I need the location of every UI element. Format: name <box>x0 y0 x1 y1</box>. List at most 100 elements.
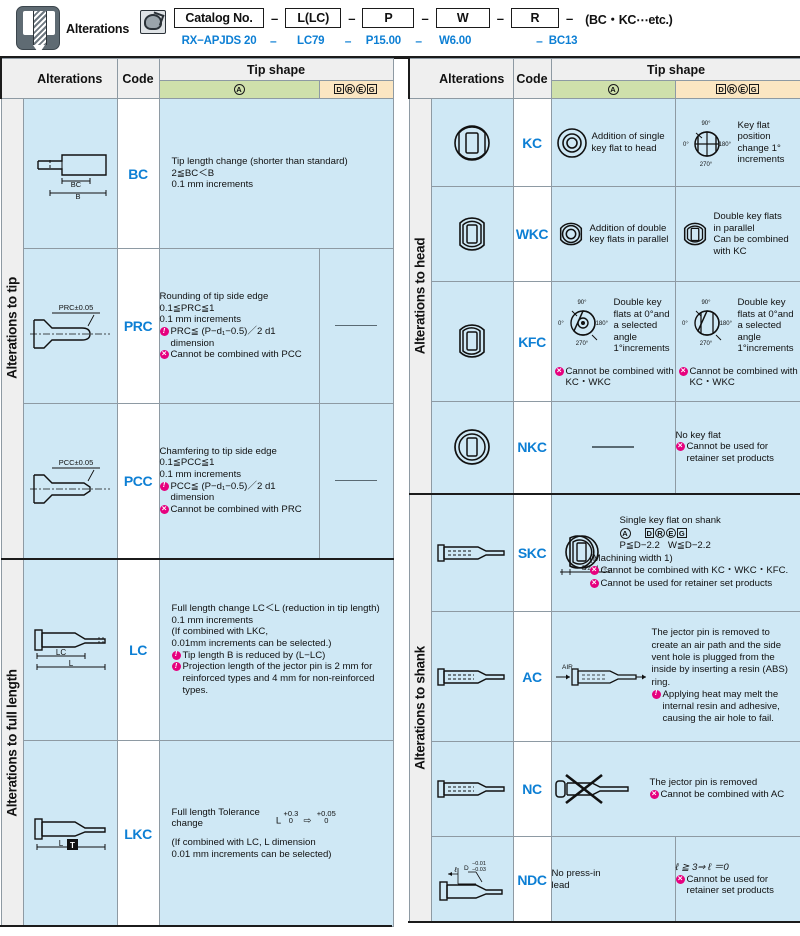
ac-line-4: inside by inserting a resin (ABS) <box>651 664 789 676</box>
kfc-a-line-5: 1°increments <box>613 343 670 355</box>
nkc-dreg-note-1: Cannot be used for retainer set products <box>675 440 800 464</box>
nc-note-1: Cannot be combined with AC <box>649 788 785 801</box>
pcc-note-2: Cannot be combined with PRC <box>159 503 319 516</box>
table-row: PCC±0.05 PCC Chamfering to tip side edge… <box>1 403 394 559</box>
svg-text:90°: 90° <box>701 300 711 306</box>
svg-text:270°: 270° <box>575 341 588 347</box>
figure-head-no-key-flat <box>430 401 514 494</box>
nc-note-1-text: Cannot be combined with AC <box>660 789 785 800</box>
code-nc[interactable]: NC <box>512 741 552 837</box>
left-header-col-dreg: DREG <box>318 80 394 99</box>
code-separator: – <box>348 10 356 26</box>
code-kc[interactable]: KC <box>512 98 552 187</box>
badge-g-icon: G <box>676 527 687 538</box>
skc-note-1-text: Cannot be combined with KC・WKC・KFC. <box>600 565 789 577</box>
code-skc[interactable]: SKC <box>512 492 552 612</box>
ring-circle-icon <box>556 127 587 158</box>
kfc-dreg-line-4: angle <box>737 331 761 343</box>
prc-note-2: Cannot be combined with PCC <box>159 348 319 361</box>
description-kc-a: Addition of single key flat to head <box>550 98 676 187</box>
skc-title: Single key flat on shank <box>619 515 721 527</box>
lkc-extra-1: (If combined with LC, L dimension <box>171 837 316 848</box>
svg-text:PCC±0.05: PCC±0.05 <box>59 458 94 467</box>
prc-note-2-text: Cannot be combined with PCC <box>170 349 302 361</box>
description-ndc-a: No press-in lead <box>550 836 676 923</box>
code-lc[interactable]: LC <box>116 557 160 741</box>
left-header-tip-shape: Tip shape <box>158 58 394 81</box>
bc-line-3: 0.1 mm increments <box>171 179 254 191</box>
warning-icon <box>171 661 181 672</box>
pcc-note-1: PCC≦ (P−d₁−0.5)／2 d1 dimension <box>159 480 319 504</box>
code-wkc[interactable]: WKC <box>512 186 552 282</box>
svg-text:180°: 180° <box>595 321 608 327</box>
table-row: Alterations to head KC Addition of singl… <box>408 98 800 494</box>
kc-dreg-line-2: position <box>737 131 771 142</box>
code-ac[interactable]: AC <box>512 611 552 742</box>
pcc-line-2: 0.1≦PCC≦1 <box>159 457 215 469</box>
svg-text:90°: 90° <box>577 300 587 306</box>
lc-line-2: 0.1 mm increments <box>171 614 254 626</box>
ac-notes: Applying heat may melt the internal resi… <box>651 688 800 726</box>
code-box-l-lc: L(LC) <box>285 8 342 28</box>
prc-dreg-empty <box>318 248 394 404</box>
part-number-example: RX−APJDS 20 – LC79 – P15.00 – W6.00 – BC… <box>174 34 609 48</box>
skc-note-2: Cannot be used for retainer set products <box>589 577 789 590</box>
code-suffix-note: (BC・KC⋯etc.) <box>585 12 673 27</box>
description-wkc-a: Addition of double key flats in parallel <box>550 186 676 282</box>
kfc-dreg-note-1-text: Cannot be combined with KC・WKC <box>689 365 798 389</box>
angle-dial-vertical-icon: 90° 0° 180° 270° <box>682 300 733 347</box>
code-lkc[interactable]: LKC <box>116 740 160 927</box>
code-pcc[interactable]: PCC <box>116 403 160 559</box>
kfc-dreg-line-2: flats at 0°and <box>737 308 794 320</box>
nkc-dreg-notes: Cannot be used for retainer set products <box>675 440 800 464</box>
value-p: P15.00 <box>365 35 401 47</box>
badge-g-icon: G <box>366 84 377 94</box>
svg-text:0°: 0° <box>558 321 564 327</box>
phone-contact-icon <box>140 10 166 34</box>
figure-shank-air-path <box>430 611 514 742</box>
figure-tip-chamfer: PCC±0.05 <box>22 403 118 559</box>
prohibited-icon <box>675 873 685 884</box>
badge-r-icon: R <box>344 84 355 94</box>
code-nkc[interactable]: NKC <box>512 401 552 494</box>
description-kfc-dreg: 90° 0° 180° 270° Double key flats at 0°a… <box>674 281 800 402</box>
description-pcc: Chamfering to tip side edge 0.1≦PCC≦1 0.… <box>158 403 320 559</box>
section-label-text: Alterations to head <box>412 237 428 355</box>
table-row: Alterations to shank SKC D⁄2 ₋₀.₀₁ Singl… <box>408 492 800 923</box>
right-header-col-a: A <box>550 80 676 99</box>
table-row: KFC 90° 0° 180° 270° Double key flats at… <box>409 281 800 402</box>
ac-line-2: create an air path and the side <box>651 639 782 651</box>
pcc-note-2-text: Cannot be combined with PRC <box>170 504 302 516</box>
svg-text:180°: 180° <box>719 321 732 327</box>
lc-line-1: Full length change LC＜L (reduction in ti… <box>171 602 380 614</box>
kc-a-line-1: Addition of single <box>591 131 665 142</box>
code-kfc[interactable]: KFC <box>512 281 552 402</box>
right-table-bottom-rule <box>408 920 800 923</box>
svg-text:90°: 90° <box>701 121 711 127</box>
code-ndc[interactable]: NDC <box>512 836 552 923</box>
description-nc: The jector pin is removed Cannot be comb… <box>550 741 800 837</box>
code-bc[interactable]: BC <box>116 98 160 249</box>
table-row: WKC Addition of double key flats in para… <box>409 186 800 282</box>
nkc-dreg-line-1: No key flat <box>675 429 721 441</box>
warning-icon <box>171 649 181 660</box>
svg-text:0°: 0° <box>683 142 689 148</box>
skc-notes: Cannot be combined with KC・WKC・KFC. Cann… <box>589 564 789 590</box>
figure-shank-plain <box>430 741 514 837</box>
table-row: NC The jector pin is removed Cannot be c… <box>409 741 800 837</box>
kfc-dreg-line-5: 1°increments <box>737 343 794 355</box>
wkc-a-line-1: Addition of double <box>589 222 667 234</box>
code-box-catalog-no: Catalog No. <box>174 8 264 28</box>
angle-dial-round-icon: 90° 0° 180° 270° <box>558 300 609 347</box>
wkc-dreg-line-4: with KC <box>713 245 747 257</box>
ndc-dreg-note-1: Cannot be used for retainer set products <box>675 873 800 897</box>
code-separator: – <box>496 10 504 26</box>
ndc-dreg-note-1-text: Cannot be used for retainer set products <box>686 873 774 897</box>
prc-line-3: 0.1 mm increments <box>159 314 242 326</box>
kc-a-line-2: key flat to head <box>591 142 657 154</box>
svg-text:LC: LC <box>56 648 66 657</box>
description-bc: Tip length change (shorter than standard… <box>158 98 394 249</box>
code-prc[interactable]: PRC <box>116 248 160 404</box>
ndc-dreg-line-1: ℓ ≧ 3⇒ ℓ ＝0 <box>675 861 729 873</box>
warning-icon <box>159 326 169 336</box>
